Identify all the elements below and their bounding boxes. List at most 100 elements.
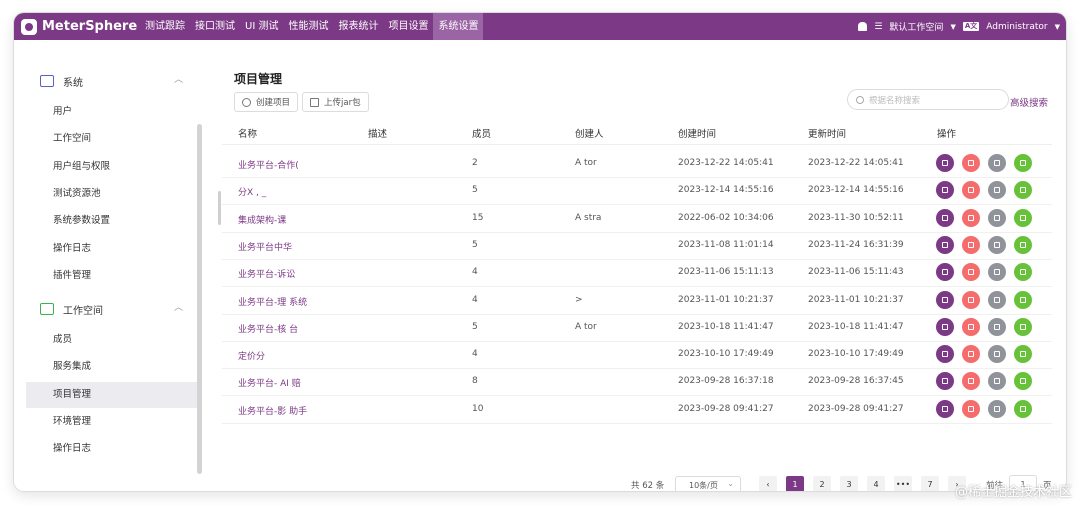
nav-item[interactable]: 性能测试: [283, 13, 333, 40]
user-chevron-down-icon[interactable]: ▼: [1055, 23, 1060, 31]
upload-jar-button[interactable]: 上传jar包: [302, 92, 369, 112]
table-row[interactable]: 业务平台中华 5 2023-11-08 11:01:14 2023-11-24 16:…: [222, 232, 1052, 260]
create-project-button[interactable]: 创建项目: [234, 92, 299, 112]
col-creator[interactable]: 创建人: [575, 126, 604, 140]
cell-name[interactable]: 业务平台- AI 赔: [238, 376, 301, 389]
table-row[interactable]: 分X , _ 5 2023-12-14 14:55:16 2023-12-14 14:…: [222, 177, 1052, 206]
logo[interactable]: MeterSphere: [21, 17, 137, 36]
delete-icon[interactable]: [962, 208, 980, 227]
sidebar-item[interactable]: 成员: [26, 327, 198, 353]
advanced-search-link[interactable]: 高级搜索: [1010, 95, 1048, 109]
cell-name[interactable]: 定价分: [238, 349, 265, 362]
settings-icon[interactable]: [988, 154, 1006, 172]
language-switcher[interactable]: A文: [962, 22, 980, 31]
delete-icon[interactable]: [962, 235, 980, 254]
nav-item[interactable]: 系统设置: [433, 13, 484, 40]
nav-item[interactable]: UI 测试: [240, 13, 283, 40]
edit-icon[interactable]: [936, 317, 954, 336]
chevron-down-icon[interactable]: ▼: [950, 23, 955, 31]
sidebar-item[interactable]: 用户组与权限: [26, 154, 198, 180]
cell-name[interactable]: 集成架构-课: [238, 213, 286, 226]
delete-icon[interactable]: [962, 154, 980, 172]
edit-icon[interactable]: [936, 290, 954, 309]
delete-icon[interactable]: [962, 345, 980, 364]
sidebar-item[interactable]: 操作日志: [26, 236, 198, 262]
sidebar-item[interactable]: 工作空间: [26, 126, 198, 152]
edit-icon[interactable]: [936, 372, 954, 391]
page-button[interactable]: 2: [813, 476, 831, 491]
environment-icon[interactable]: [1014, 208, 1032, 227]
environment-icon[interactable]: [1014, 290, 1032, 309]
cell-name[interactable]: 业务平台-诉讼: [238, 267, 295, 280]
sidebar-item[interactable]: 用户: [26, 99, 198, 125]
edit-icon[interactable]: [936, 235, 954, 254]
settings-icon[interactable]: [988, 263, 1006, 282]
settings-icon[interactable]: [988, 290, 1006, 309]
sidebar-item[interactable]: 服务集成: [26, 354, 198, 380]
table-row[interactable]: 业务平台-核 台 5 A tor 2023-10-18 11:41:47 2023-10…: [222, 314, 1052, 342]
workspace-switcher[interactable]: 默认工作空间: [889, 20, 943, 33]
edit-icon[interactable]: [936, 181, 954, 200]
edit-icon[interactable]: [936, 208, 954, 227]
sidebar-item[interactable]: 插件管理: [26, 263, 198, 289]
cell-name[interactable]: 业务平台-核 台: [238, 322, 298, 335]
col-created[interactable]: 创建时间: [678, 126, 716, 140]
nav-item[interactable]: 测试跟踪: [140, 13, 190, 40]
delete-icon[interactable]: [962, 372, 980, 391]
edit-icon[interactable]: [936, 154, 954, 172]
search-input[interactable]: 根据名称搜索: [847, 89, 1009, 110]
edit-icon[interactable]: [936, 345, 954, 364]
sidebar-item[interactable]: 环境管理: [26, 409, 198, 435]
environment-icon[interactable]: [1014, 372, 1032, 391]
table-row[interactable]: 业务平台- AI 赔 8 2023-09-28 16:37:18 2023-09-28…: [222, 368, 1052, 397]
chevron-up-icon[interactable]: ︿: [174, 72, 183, 85]
nav-item[interactable]: 项目设置: [383, 13, 433, 40]
settings-icon[interactable]: [988, 399, 1006, 418]
settings-icon[interactable]: [988, 208, 1006, 227]
table-row[interactable]: 定价分 4 2023-10-10 17:49:49 2023-10-10 17:49:…: [222, 341, 1052, 370]
environment-icon[interactable]: [1014, 154, 1032, 172]
environment-icon[interactable]: [1014, 181, 1032, 200]
sidebar-scrollbar[interactable]: [197, 124, 202, 474]
sidebar-item[interactable]: 测试资源池: [26, 181, 198, 207]
page-button[interactable]: 7: [921, 476, 939, 491]
environment-icon[interactable]: [1014, 399, 1032, 418]
col-updated[interactable]: 更新时间: [808, 126, 846, 140]
settings-icon[interactable]: [988, 235, 1006, 254]
page-size-select[interactable]: 10条/页: [675, 475, 741, 491]
cell-name[interactable]: 业务平台-影 助手: [238, 404, 307, 417]
prev-page-button[interactable]: ‹: [759, 476, 777, 491]
delete-icon[interactable]: [962, 399, 980, 418]
environment-icon[interactable]: [1014, 345, 1032, 364]
sidebar-item[interactable]: 系统参数设置: [26, 208, 198, 234]
cell-name[interactable]: 业务平台中华: [238, 240, 292, 253]
cell-name[interactable]: 业务平台-合作(: [238, 158, 299, 171]
environment-icon[interactable]: [1014, 235, 1032, 254]
edit-icon[interactable]: [936, 263, 954, 282]
sidebar-item[interactable]: 操作日志: [26, 436, 198, 462]
table-row[interactable]: 集成架构-课 15 A stra 2022-06-02 10:34:06 2023-11…: [222, 205, 1052, 233]
page-button[interactable]: 4: [867, 476, 885, 491]
environment-icon[interactable]: [1014, 263, 1032, 282]
sidebar-resize-handle[interactable]: [218, 191, 221, 225]
page-size-value[interactable]: 10条/页: [675, 475, 741, 491]
settings-icon[interactable]: [988, 181, 1006, 200]
table-row[interactable]: 业务平台-影 助手 10 2023-09-28 09:41:27 2023-09-28…: [222, 396, 1052, 424]
sidebar-item[interactable]: 项目管理: [26, 381, 198, 408]
settings-icon[interactable]: [988, 372, 1006, 391]
settings-icon[interactable]: [988, 345, 1006, 364]
settings-icon[interactable]: [988, 317, 1006, 336]
edit-icon[interactable]: [936, 399, 954, 418]
page-button[interactable]: 3: [840, 476, 858, 491]
bell-icon[interactable]: [858, 22, 868, 31]
sidebar-group-system[interactable]: 系统 ︿: [14, 66, 204, 96]
delete-icon[interactable]: [962, 263, 980, 282]
delete-icon[interactable]: [962, 317, 980, 336]
page-button[interactable]: •••: [894, 476, 912, 491]
table-row[interactable]: 业务平台-理 系统 4 >2023-11-01 10:21:37 2023-11-01…: [222, 287, 1052, 315]
environment-icon[interactable]: [1014, 317, 1032, 336]
cell-name[interactable]: 分X , _: [238, 185, 266, 198]
col-name[interactable]: 名称: [238, 126, 257, 140]
chevron-up-icon[interactable]: ︿: [174, 300, 183, 313]
page-button[interactable]: 1: [786, 476, 804, 491]
